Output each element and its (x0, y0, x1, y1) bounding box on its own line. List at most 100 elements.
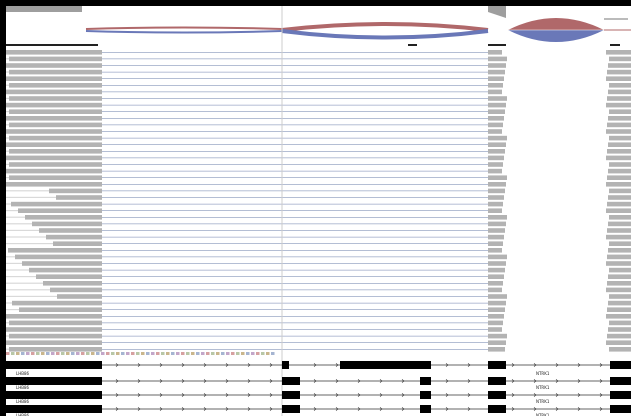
read-row[interactable] (6, 175, 631, 180)
gene-model-row[interactable]: LHB86 NTRK1 (6, 391, 631, 404)
read-row[interactable] (6, 76, 631, 81)
base-mark (11, 352, 15, 355)
read-row[interactable] (6, 129, 631, 134)
base-mark (206, 352, 210, 355)
read-row[interactable] (6, 155, 631, 161)
read-row[interactable] (6, 215, 631, 220)
read-row[interactable] (6, 234, 631, 240)
read-row[interactable] (6, 69, 631, 75)
read-row[interactable] (6, 340, 631, 345)
read-block-right (606, 340, 631, 345)
read-row[interactable] (6, 261, 631, 266)
read-row[interactable] (6, 201, 631, 207)
read-row[interactable] (6, 228, 631, 233)
downsample-markers (6, 44, 620, 46)
read-block-mid (488, 347, 505, 352)
base-mark (126, 352, 130, 355)
read-block-mid (488, 83, 503, 88)
read-softclip (6, 84, 9, 86)
read-block-mid (488, 241, 503, 246)
read-block-mid (488, 340, 506, 345)
read-row[interactable] (6, 300, 631, 306)
read-row[interactable] (6, 56, 631, 62)
exon-block (610, 377, 631, 385)
alignment-reads[interactable] (6, 50, 631, 352)
read-block-mid (488, 208, 502, 213)
base-mark (201, 352, 205, 355)
read-row[interactable] (6, 50, 631, 55)
base-mark (166, 352, 170, 355)
exon-block (282, 377, 300, 385)
read-block-mid (488, 135, 507, 141)
read-block-right (607, 201, 631, 207)
read-block-right (608, 116, 631, 121)
read-block-mid (488, 182, 506, 187)
read-row[interactable] (6, 307, 631, 312)
read-row[interactable] (6, 320, 631, 326)
read-block-left (29, 267, 102, 273)
read-row[interactable] (6, 267, 631, 273)
read-row[interactable] (6, 96, 631, 101)
read-row[interactable] (6, 182, 631, 187)
read-softclip (6, 309, 19, 311)
read-row[interactable] (6, 122, 631, 128)
read-row[interactable] (6, 168, 631, 174)
read-row[interactable] (6, 241, 631, 246)
read-row[interactable] (6, 327, 631, 332)
read-softclip (6, 256, 15, 258)
read-row[interactable] (6, 188, 631, 194)
read-block-right (606, 129, 631, 134)
gene-model-row[interactable]: LHB86 NTRK1 (6, 377, 631, 390)
junction-track[interactable] (85, 18, 631, 42)
base-mark (266, 352, 270, 355)
read-row[interactable] (6, 195, 631, 200)
read-row[interactable] (6, 281, 631, 286)
read-row[interactable] (6, 221, 631, 227)
read-row[interactable] (6, 89, 631, 95)
read-row[interactable] (6, 63, 631, 68)
read-block-left (9, 162, 102, 167)
track-canvas[interactable]: LHB86 NTRK1LHB86 NTRK1LHB86 NTRK1LHB86 NTRK1 (6, 6, 631, 416)
read-block-mid (488, 327, 502, 332)
read-row[interactable] (6, 333, 631, 339)
read-block-right (607, 69, 631, 75)
marker-right-b (610, 44, 620, 46)
read-row[interactable] (6, 347, 631, 352)
read-block-right (608, 89, 631, 95)
base-mark (91, 352, 95, 355)
gene-model-row[interactable]: LHB86 NTRK1 (6, 405, 631, 416)
exon-block (282, 391, 300, 399)
read-block-right (609, 188, 631, 194)
read-block-mid (488, 116, 504, 121)
base-mark (261, 352, 265, 355)
read-row[interactable] (6, 83, 631, 88)
junction-arc-left-pos (85, 26, 283, 30)
read-row[interactable] (6, 314, 631, 319)
base-mark (171, 352, 175, 355)
read-block-right (606, 76, 631, 81)
gene-track[interactable]: LHB86 NTRK1LHB86 NTRK1LHB86 NTRK1LHB86 NTRK1 (6, 361, 631, 416)
read-row[interactable] (6, 208, 631, 213)
read-block-mid (488, 155, 504, 161)
gene-model-row[interactable]: LHB86 NTRK1 (6, 361, 631, 376)
read-row[interactable] (6, 254, 631, 260)
read-row[interactable] (8, 248, 631, 253)
read-row[interactable] (6, 142, 631, 147)
read-row[interactable] (6, 149, 631, 154)
read-row[interactable] (6, 135, 631, 141)
read-row[interactable] (6, 162, 631, 167)
read-block-left (22, 261, 102, 266)
read-row[interactable] (6, 109, 631, 114)
base-mark (46, 352, 50, 355)
read-row[interactable] (6, 102, 631, 108)
coverage-track[interactable] (6, 6, 628, 20)
read-block-left (6, 76, 102, 81)
read-row[interactable] (6, 116, 631, 121)
base-mark (6, 352, 10, 355)
read-row[interactable] (6, 274, 631, 279)
read-block-right (607, 281, 631, 286)
read-block-right (609, 294, 631, 299)
read-row[interactable] (6, 294, 631, 299)
read-row[interactable] (6, 287, 631, 293)
base-mark (41, 352, 45, 355)
